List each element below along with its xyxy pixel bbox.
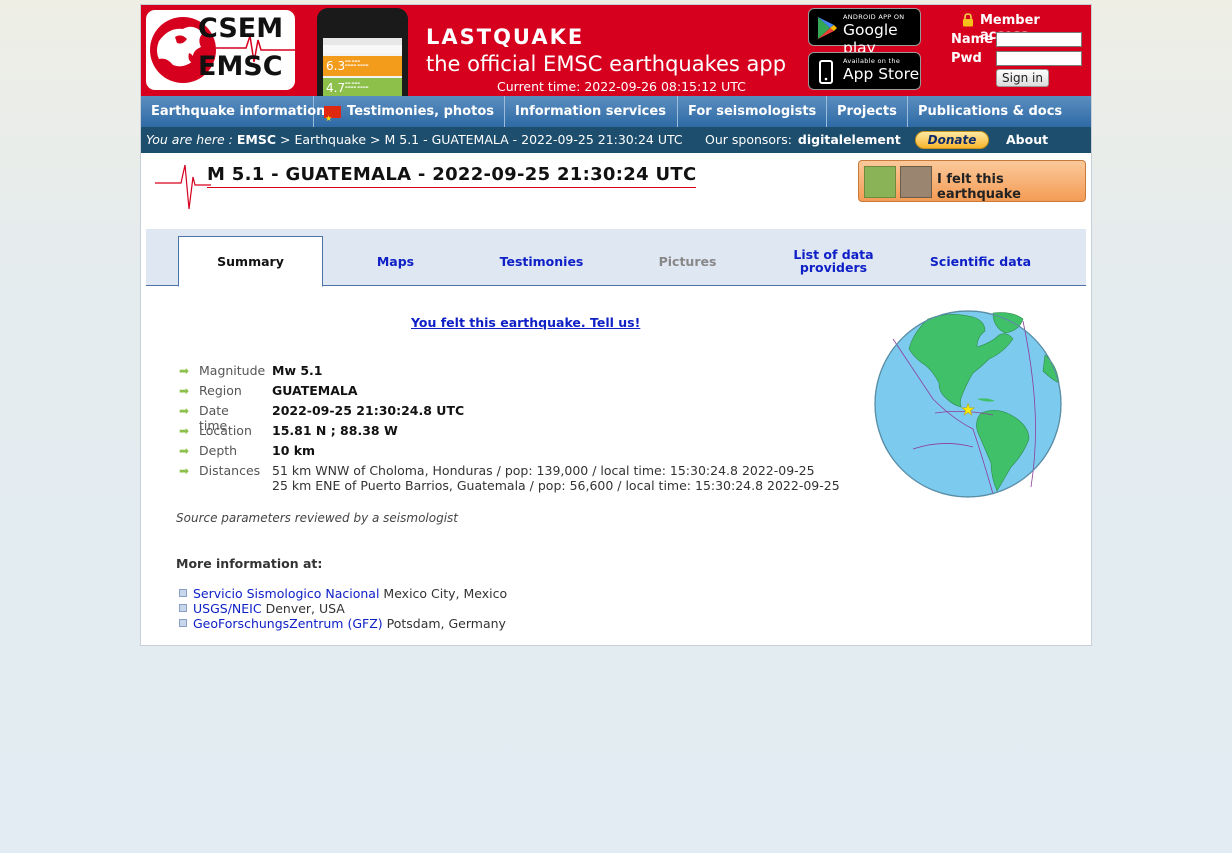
google-play-button[interactable]: ANDROID APP ON Google play [808, 8, 921, 57]
app-store-button[interactable]: Available on the App Store [808, 52, 921, 90]
tab-scientific-data[interactable]: Scientific data [908, 236, 1053, 286]
name-label: Name [951, 32, 994, 47]
distance-line: 51 km WNW of Choloma, Honduras / pop: 13… [272, 463, 815, 478]
page-title: M 5.1 - GUATEMALA - 2022-09-25 21:30:24 … [207, 164, 697, 188]
china-flag-icon [324, 103, 342, 134]
nav-testimonies-photos[interactable]: Testimonies, photos [314, 96, 505, 134]
event-title-area: M 5.1 - GUATEMALA - 2022-09-25 21:30:24 … [141, 153, 1091, 227]
nav-earthquake-information[interactable]: Earthquake information [141, 96, 325, 127]
tab-pictures: Pictures [658, 253, 717, 269]
banner-subtitle: the official EMSC earthquakes app [426, 52, 787, 76]
sign-in-button[interactable]: Sign in [996, 69, 1049, 87]
bullet-icon [179, 604, 187, 612]
breadcrumb-bar: You are here : EMSC > Earthquake > M 5.1… [141, 127, 1091, 173]
arrow-icon: ➡ [179, 464, 190, 478]
provider-link[interactable]: USGS/NEIC Denver, USA [193, 601, 345, 616]
sponsors-label: Our sponsors: [705, 132, 792, 147]
tab-testimonies[interactable]: Testimonies [469, 236, 614, 286]
name-input[interactable] [996, 32, 1082, 47]
breadcrumb-prefix: You are here : [146, 132, 233, 147]
phone-row-2: 4.7 ▬▬ ▬▬▬ ▬▬▬▬ ▬▬▬▬ [323, 78, 402, 96]
banner-title: LASTQUAKE [426, 25, 585, 49]
i-felt-this-earthquake-button[interactable]: I felt this earthquake [858, 160, 1086, 202]
breadcrumb-earthquake[interactable]: Earthquake [295, 132, 367, 147]
arrow-icon: ➡ [179, 384, 190, 398]
sponsor-digitalelement[interactable]: digitalelement [798, 132, 901, 147]
breadcrumb-emsc[interactable]: EMSC [237, 132, 276, 147]
bullet-icon [179, 589, 187, 597]
phone-icon [819, 60, 833, 84]
logo-text-csem: CSEM [198, 13, 284, 44]
distance-line: 25 km ENE of Puerto Barrios, Guatemala /… [272, 478, 840, 493]
site-header: CSEM EMSC 6.3 ▬▬ ▬▬▬ ▬▬▬▬ ▬▬▬▬ 4.7 ▬▬ ▬▬▬… [141, 5, 1091, 96]
breadcrumb: You are here : EMSC > Earthquake > M 5.1… [146, 132, 683, 147]
damage-photo-thumbnail-icon [900, 166, 932, 198]
nav-projects[interactable]: Projects [827, 96, 908, 127]
nav-information-services[interactable]: Information services [505, 96, 678, 127]
password-input[interactable] [996, 51, 1082, 66]
source-note: Source parameters reviewed by a seismolo… [176, 511, 459, 525]
donate-button[interactable]: Donate [915, 131, 989, 149]
page-container: CSEM EMSC 6.3 ▬▬ ▬▬▬ ▬▬▬▬ ▬▬▬▬ 4.7 ▬▬ ▬▬▬… [140, 4, 1092, 646]
bullet-icon [179, 619, 187, 627]
tell-us-link[interactable]: You felt this earthquake. Tell us! [411, 315, 640, 330]
main-nav: Earthquake information Testimonies, phot… [141, 96, 1091, 134]
sponsors: Our sponsors: digitalelement [705, 127, 901, 153]
breadcrumb-current: M 5.1 - GUATEMALA - 2022-09-25 21:30:24 … [384, 132, 683, 147]
arrow-icon: ➡ [179, 364, 190, 378]
tab-maps[interactable]: Maps [323, 236, 468, 286]
arrow-icon: ➡ [179, 424, 190, 438]
arrow-icon: ➡ [179, 444, 190, 458]
map-thumbnail-icon [864, 166, 896, 198]
more-info-heading: More information at: [176, 556, 323, 571]
phone-row-1: 6.3 ▬▬ ▬▬▬ ▬▬▬▬ ▬▬▬▬ [323, 56, 402, 76]
pwd-label: Pwd [951, 51, 982, 66]
epicenter-globe-map[interactable]: ★ [873, 309, 1063, 499]
current-time: Current time: 2022-09-26 08:15:12 UTC [497, 79, 746, 94]
nav-publications-docs[interactable]: Publications & docs [908, 96, 1091, 127]
logo-text-emsc: EMSC [198, 51, 283, 82]
emsc-logo[interactable]: CSEM EMSC [146, 10, 295, 90]
padlock-icon [963, 13, 973, 27]
epicenter-star-icon: ★ [961, 400, 975, 419]
nav-for-seismologists[interactable]: For seismologists [678, 96, 827, 127]
event-tabs: Summary Maps Testimonies Pictures List o… [146, 229, 1086, 287]
tab-summary[interactable]: Summary [178, 236, 323, 287]
seismogram-icon [155, 164, 211, 210]
provider-link[interactable]: GeoForschungsZentrum (GFZ) Potsdam, Germ… [193, 616, 506, 631]
tab-list-of-data-providers[interactable]: List of data providers [761, 236, 906, 286]
google-play-icon [818, 17, 837, 39]
arrow-icon: ➡ [179, 404, 190, 418]
lastquake-phone-image: 6.3 ▬▬ ▬▬▬ ▬▬▬▬ ▬▬▬▬ 4.7 ▬▬ ▬▬▬ ▬▬▬▬ ▬▬▬▬ [317, 8, 408, 96]
provider-link[interactable]: Servicio Sismologico Nacional Mexico Cit… [193, 586, 507, 601]
